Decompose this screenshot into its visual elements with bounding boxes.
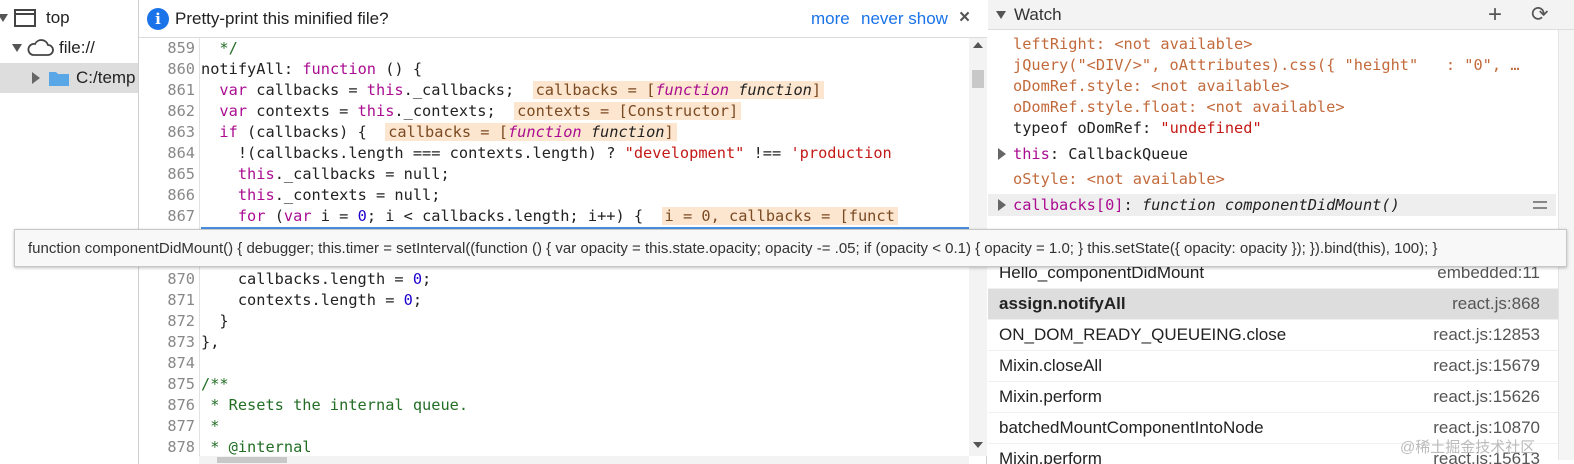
more-link[interactable]: more — [811, 9, 850, 29]
nav-item-label: top — [46, 8, 70, 27]
expand-arrow-icon[interactable] — [12, 44, 22, 52]
code-line: 865 this._callbacks = null; — [139, 164, 969, 185]
line-number[interactable]: 876 — [139, 395, 195, 416]
cloud-icon — [27, 39, 54, 56]
line-number[interactable]: 874 — [139, 353, 195, 374]
function-source-tooltip: function componentDidMount() { debugger;… — [14, 229, 1567, 267]
code-line: 870 callbacks.length = 0; — [139, 269, 969, 290]
code-line: 873}, — [139, 332, 969, 353]
line-number[interactable]: 866 — [139, 185, 195, 206]
info-icon: i — [147, 7, 169, 30]
expand-arrow-icon[interactable] — [998, 148, 1006, 160]
scroll-down-icon[interactable] — [973, 442, 983, 448]
frame-icon — [14, 9, 36, 27]
watermark: @稀土掘金技术社区 — [1400, 439, 1536, 456]
nav-item-label: file:// — [59, 38, 95, 57]
nav-item-origin[interactable]: file:// — [0, 33, 138, 63]
code-line: 875/** — [139, 374, 969, 395]
inline-value-overlay: callbacks = [function function] — [532, 81, 825, 99]
code-line: 859 */ — [139, 38, 969, 59]
code-line: 862 var contexts = this._contexts; conte… — [139, 101, 969, 122]
refresh-icon[interactable]: ⟳ — [1531, 2, 1549, 27]
expand-arrow-icon[interactable] — [998, 199, 1006, 211]
pretty-print-infobar: i Pretty-print this minified file? more … — [139, 0, 987, 38]
call-frame[interactable]: Mixin.perform react.js:15626 — [988, 382, 1558, 413]
watch-expression[interactable]: jQuery("<DIV/>", oAttributes).css({ "hei… — [1013, 55, 1558, 76]
watch-expression[interactable]: oStyle: <not available> — [1013, 169, 1558, 190]
infobar-message: Pretty-print this minified file? — [175, 8, 389, 28]
inline-value-overlay: callbacks = [function function] — [385, 123, 677, 141]
line-number[interactable]: 862 — [139, 101, 195, 122]
nav-item-folder[interactable]: C:/temp — [0, 63, 138, 93]
line-number[interactable]: 878 — [139, 437, 195, 456]
scrollbar-thumb[interactable] — [972, 70, 984, 88]
code-line: 867 for (var i = 0; i < callbacks.length… — [139, 206, 969, 227]
code-line: 871 contexts.length = 0; — [139, 290, 969, 311]
line-number[interactable]: 863 — [139, 122, 195, 143]
line-number[interactable]: 873 — [139, 332, 195, 353]
code-line: 878 * @internal — [139, 437, 969, 456]
nav-item-label: C:/temp — [76, 68, 136, 87]
call-frame[interactable]: assign.notifyAll react.js:868 — [988, 289, 1558, 320]
call-frame[interactable]: ON_DOM_READY_QUEUEING.close react.js:1285… — [988, 320, 1558, 351]
code-line: 874 — [139, 353, 969, 374]
collapse-arrow-icon[interactable] — [32, 72, 40, 84]
line-number[interactable]: 860 — [139, 59, 195, 80]
line-number[interactable]: 875 — [139, 374, 195, 395]
watch-expression[interactable]: typeof oDomRef: "undefined" — [1013, 118, 1558, 139]
line-number[interactable]: 877 — [139, 416, 195, 437]
inline-value-overlay: i = 0, callbacks = [funct — [661, 207, 898, 225]
line-number[interactable]: 870 — [139, 269, 195, 290]
drag-handle-icon[interactable] — [1533, 201, 1547, 209]
nav-item-top[interactable]: top — [0, 3, 138, 33]
watch-expression[interactable]: leftRight: <not available> — [1013, 34, 1558, 55]
line-number[interactable]: 864 — [139, 143, 195, 164]
close-icon[interactable]: × — [959, 7, 970, 29]
expand-arrow-icon[interactable] — [0, 14, 8, 22]
code-line: 866 this._contexts = null; — [139, 185, 969, 206]
line-number[interactable]: 871 — [139, 290, 195, 311]
code-line: 864 !(callbacks.length === contexts.leng… — [139, 143, 969, 164]
watch-expression[interactable]: this: CallbackQueue — [1013, 144, 1558, 165]
code-line: 860 notifyAll: function () { — [139, 59, 969, 80]
source-horizontal-scrollbar[interactable] — [199, 456, 969, 464]
folder-icon — [49, 72, 69, 86]
never-show-link[interactable]: never show — [861, 9, 948, 29]
code-line: 877 * — [139, 416, 969, 437]
watch-expression[interactable]: oDomRef.style: <not available> — [1013, 76, 1558, 97]
watch-section-header[interactable]: Watch + ⟳ — [988, 0, 1574, 30]
code-line: 861 var callbacks = this._callbacks; cal… — [139, 80, 969, 101]
plus-icon[interactable]: + — [1488, 1, 1502, 29]
inline-value-overlay: contexts = [Constructor] — [514, 102, 742, 120]
line-number[interactable]: 861 — [139, 80, 195, 101]
line-number[interactable]: 859 — [139, 38, 195, 59]
code-line: 863 if (callbacks) { callbacks = [functi… — [139, 122, 969, 143]
line-number[interactable]: 867 — [139, 206, 195, 227]
call-frame[interactable]: Mixin.closeAll react.js:15679 — [988, 351, 1558, 382]
code-line: 872 } — [139, 311, 969, 332]
watch-expression[interactable]: oDomRef.style.float: <not available> — [1013, 97, 1558, 118]
watch-title: Watch — [1014, 4, 1062, 24]
line-number[interactable]: 865 — [139, 164, 195, 185]
expand-arrow-icon[interactable] — [996, 10, 1006, 19]
scrollbar-thumb[interactable] — [217, 457, 287, 463]
code-line: 876 * Resets the internal queue. — [139, 395, 969, 416]
watch-expression[interactable]: callbacks[0]: function componentDidMount… — [1013, 195, 1558, 216]
line-number[interactable]: 872 — [139, 311, 195, 332]
scroll-up-icon[interactable] — [973, 42, 983, 48]
